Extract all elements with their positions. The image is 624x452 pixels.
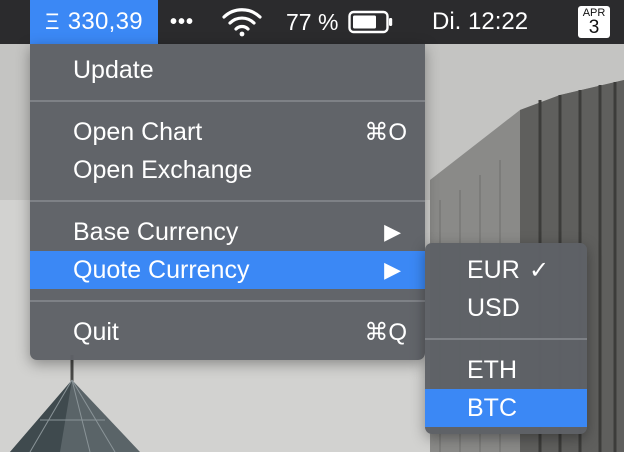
menu-item-label: Update (73, 55, 154, 84)
menu-item-quit[interactable]: Quit ⌘Q (30, 313, 425, 351)
clock[interactable]: Di. 12:22 (432, 0, 528, 44)
calendar-day: 3 (588, 17, 600, 38)
submenu-arrow-icon: ▶ (384, 219, 401, 244)
eth-price-status-item[interactable]: Ξ 330,39 (30, 0, 158, 44)
submenu-item-label: ETH (467, 355, 517, 384)
submenu-item-eur[interactable]: EUR ✓ (425, 251, 587, 289)
calendar-icon[interactable]: APR 3 (578, 6, 610, 38)
shortcut-label: ⌘O (364, 118, 407, 146)
menu-separator (30, 300, 425, 302)
submenu-item-btc[interactable]: BTC (425, 389, 587, 427)
menu-item-label: Base Currency (73, 217, 239, 246)
submenu-item-label: BTC (467, 393, 517, 422)
menu-item-quote-currency[interactable]: Quote Currency ▶ (30, 251, 425, 289)
quote-currency-submenu: EUR ✓ USD ETH BTC (425, 243, 587, 434)
menu-item-label: Open Exchange (73, 155, 253, 184)
submenu-item-label: USD (467, 293, 520, 322)
menu-item-label: Quit (73, 317, 119, 346)
menu-item-open-exchange[interactable]: Open Exchange (30, 151, 425, 189)
checkmark-icon: ✓ (529, 256, 550, 284)
submenu-item-usd[interactable]: USD (425, 289, 587, 327)
main-dropdown-menu: Update Open Chart ⌘O Open Exchange Base … (30, 44, 425, 360)
submenu-item-label: EUR (467, 255, 520, 284)
menu-item-label: Quote Currency (73, 255, 250, 284)
submenu-arrow-icon: ▶ (384, 257, 401, 282)
submenu-item-eth[interactable]: ETH (425, 351, 587, 389)
menu-separator (30, 200, 425, 202)
menu-separator (425, 338, 587, 340)
menu-item-open-chart[interactable]: Open Chart ⌘O (30, 113, 425, 151)
menu-separator (30, 100, 425, 102)
ethereum-icon: Ξ (45, 9, 60, 34)
wifi-icon[interactable] (220, 0, 264, 44)
battery-icon[interactable] (348, 0, 394, 44)
menu-item-update[interactable]: Update (30, 51, 425, 89)
more-icon[interactable]: ••• (170, 0, 194, 44)
shortcut-label: ⌘Q (364, 318, 407, 346)
menu-item-label: Open Chart (73, 117, 203, 146)
eth-price-text: 330,39 (67, 8, 143, 35)
menu-bar: Ξ 330,39 ••• 77 % Di. 12:22 APR 3 (0, 0, 624, 44)
battery-percentage[interactable]: 77 % (286, 0, 338, 44)
menu-item-base-currency[interactable]: Base Currency ▶ (30, 213, 425, 251)
